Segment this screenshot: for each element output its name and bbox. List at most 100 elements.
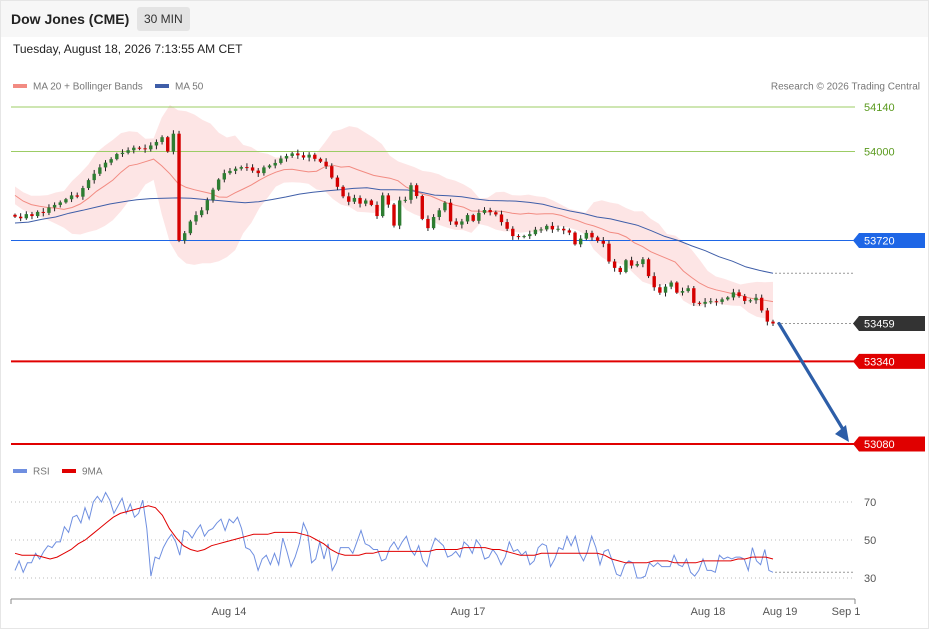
rsi-ma-line [14, 505, 774, 564]
candle-body [431, 217, 436, 229]
candle-body [573, 232, 577, 245]
candle-body [301, 155, 306, 158]
candle-body [737, 292, 741, 297]
candle-body [692, 288, 696, 303]
candle-body [397, 200, 402, 226]
price-tag-label-53459: 53459 [864, 319, 895, 331]
rsi-legend-label: RSI [33, 467, 50, 478]
candle-body [409, 185, 413, 200]
candle-body [414, 185, 419, 197]
candle-body [154, 141, 159, 146]
candle-body [86, 180, 91, 189]
candle-body [533, 229, 538, 235]
candle-body [132, 147, 136, 151]
candle-body [358, 197, 362, 204]
candle-body [109, 159, 113, 163]
candle-body [369, 200, 374, 205]
candle-body [267, 165, 272, 168]
candle-body [562, 228, 566, 231]
candle-body [126, 150, 130, 153]
candle-body [635, 264, 639, 266]
candle-body [443, 202, 447, 211]
candle-body [403, 199, 408, 201]
candle-body [601, 240, 605, 244]
candle-body [30, 214, 34, 217]
candle-body [58, 202, 62, 205]
price-tags: 54140 54000 53720 53459 53340 53080 [853, 102, 925, 452]
candle-body [550, 225, 555, 230]
candle-body [556, 228, 560, 230]
candle-body [35, 211, 40, 217]
credit-label: Research © 2026 Trading Central [771, 82, 920, 93]
candle-body [505, 222, 509, 229]
candle-body [482, 210, 487, 213]
candle-body [720, 299, 724, 302]
candle-body [52, 204, 57, 208]
candle-body [629, 260, 634, 266]
candle-body [386, 195, 391, 205]
candle-body [222, 173, 226, 180]
candle-body [499, 214, 504, 223]
candle-body [426, 218, 430, 229]
candle-body [115, 154, 119, 160]
candle-body [454, 221, 458, 225]
rsi-ma-legend-label: 9MA [82, 467, 103, 478]
candle-body [205, 200, 210, 211]
candle-body [24, 214, 29, 219]
candle-body [771, 321, 775, 324]
candle-body [584, 232, 589, 239]
candle-body [341, 186, 345, 197]
candle-body [194, 215, 198, 222]
candle-body [448, 202, 453, 222]
candle-body [279, 158, 283, 163]
candle-body [92, 173, 96, 181]
candle-body [324, 161, 328, 167]
candle-body [437, 210, 441, 218]
candle-body [669, 282, 673, 287]
candle-body [420, 196, 424, 219]
ma20-legend-label: MA 20 + Bollinger Bands [33, 82, 143, 93]
candle-body [765, 310, 770, 322]
candle-body [137, 147, 142, 149]
candle-body [392, 204, 396, 226]
candle-body [516, 236, 521, 238]
candle-body [307, 154, 311, 158]
candle-body [663, 286, 668, 293]
candle-body [726, 297, 730, 300]
candle-body [183, 233, 187, 241]
candle-body [759, 297, 764, 311]
candle-body [686, 288, 690, 292]
candle-body [595, 237, 600, 241]
candle-body [652, 276, 656, 288]
x-tick-aug-17: Aug 17 [451, 606, 486, 618]
candle-body [318, 158, 323, 162]
candle-body [646, 259, 651, 277]
forecast-arrow [777, 321, 849, 442]
candle-body [675, 282, 679, 293]
candle-body [290, 153, 294, 156]
candle-body [149, 145, 153, 150]
candle-body [166, 137, 170, 152]
candle-body [75, 195, 79, 197]
candle-body [539, 229, 543, 231]
rsi-tick-50: 50 [864, 535, 876, 547]
candle-body [256, 170, 260, 174]
candle-body [624, 260, 628, 273]
rsi-ma-legend-swatch [62, 469, 76, 473]
candle-body [748, 300, 753, 302]
candle-body [103, 162, 108, 168]
candle-body [528, 234, 532, 237]
candle-body [211, 189, 215, 201]
candle-body [641, 259, 645, 265]
candle-body [352, 197, 357, 202]
x-tick-sep-1: Sep 1 [832, 606, 861, 618]
candle-body [284, 155, 289, 159]
candle-body [41, 211, 45, 213]
candle-body [13, 214, 17, 217]
candle-body [697, 302, 702, 304]
price-tag-label-54000: 54000 [864, 147, 895, 159]
candle-body [199, 210, 204, 216]
candle-body [313, 154, 317, 159]
candle-body [364, 200, 368, 204]
candle-body [754, 297, 758, 301]
